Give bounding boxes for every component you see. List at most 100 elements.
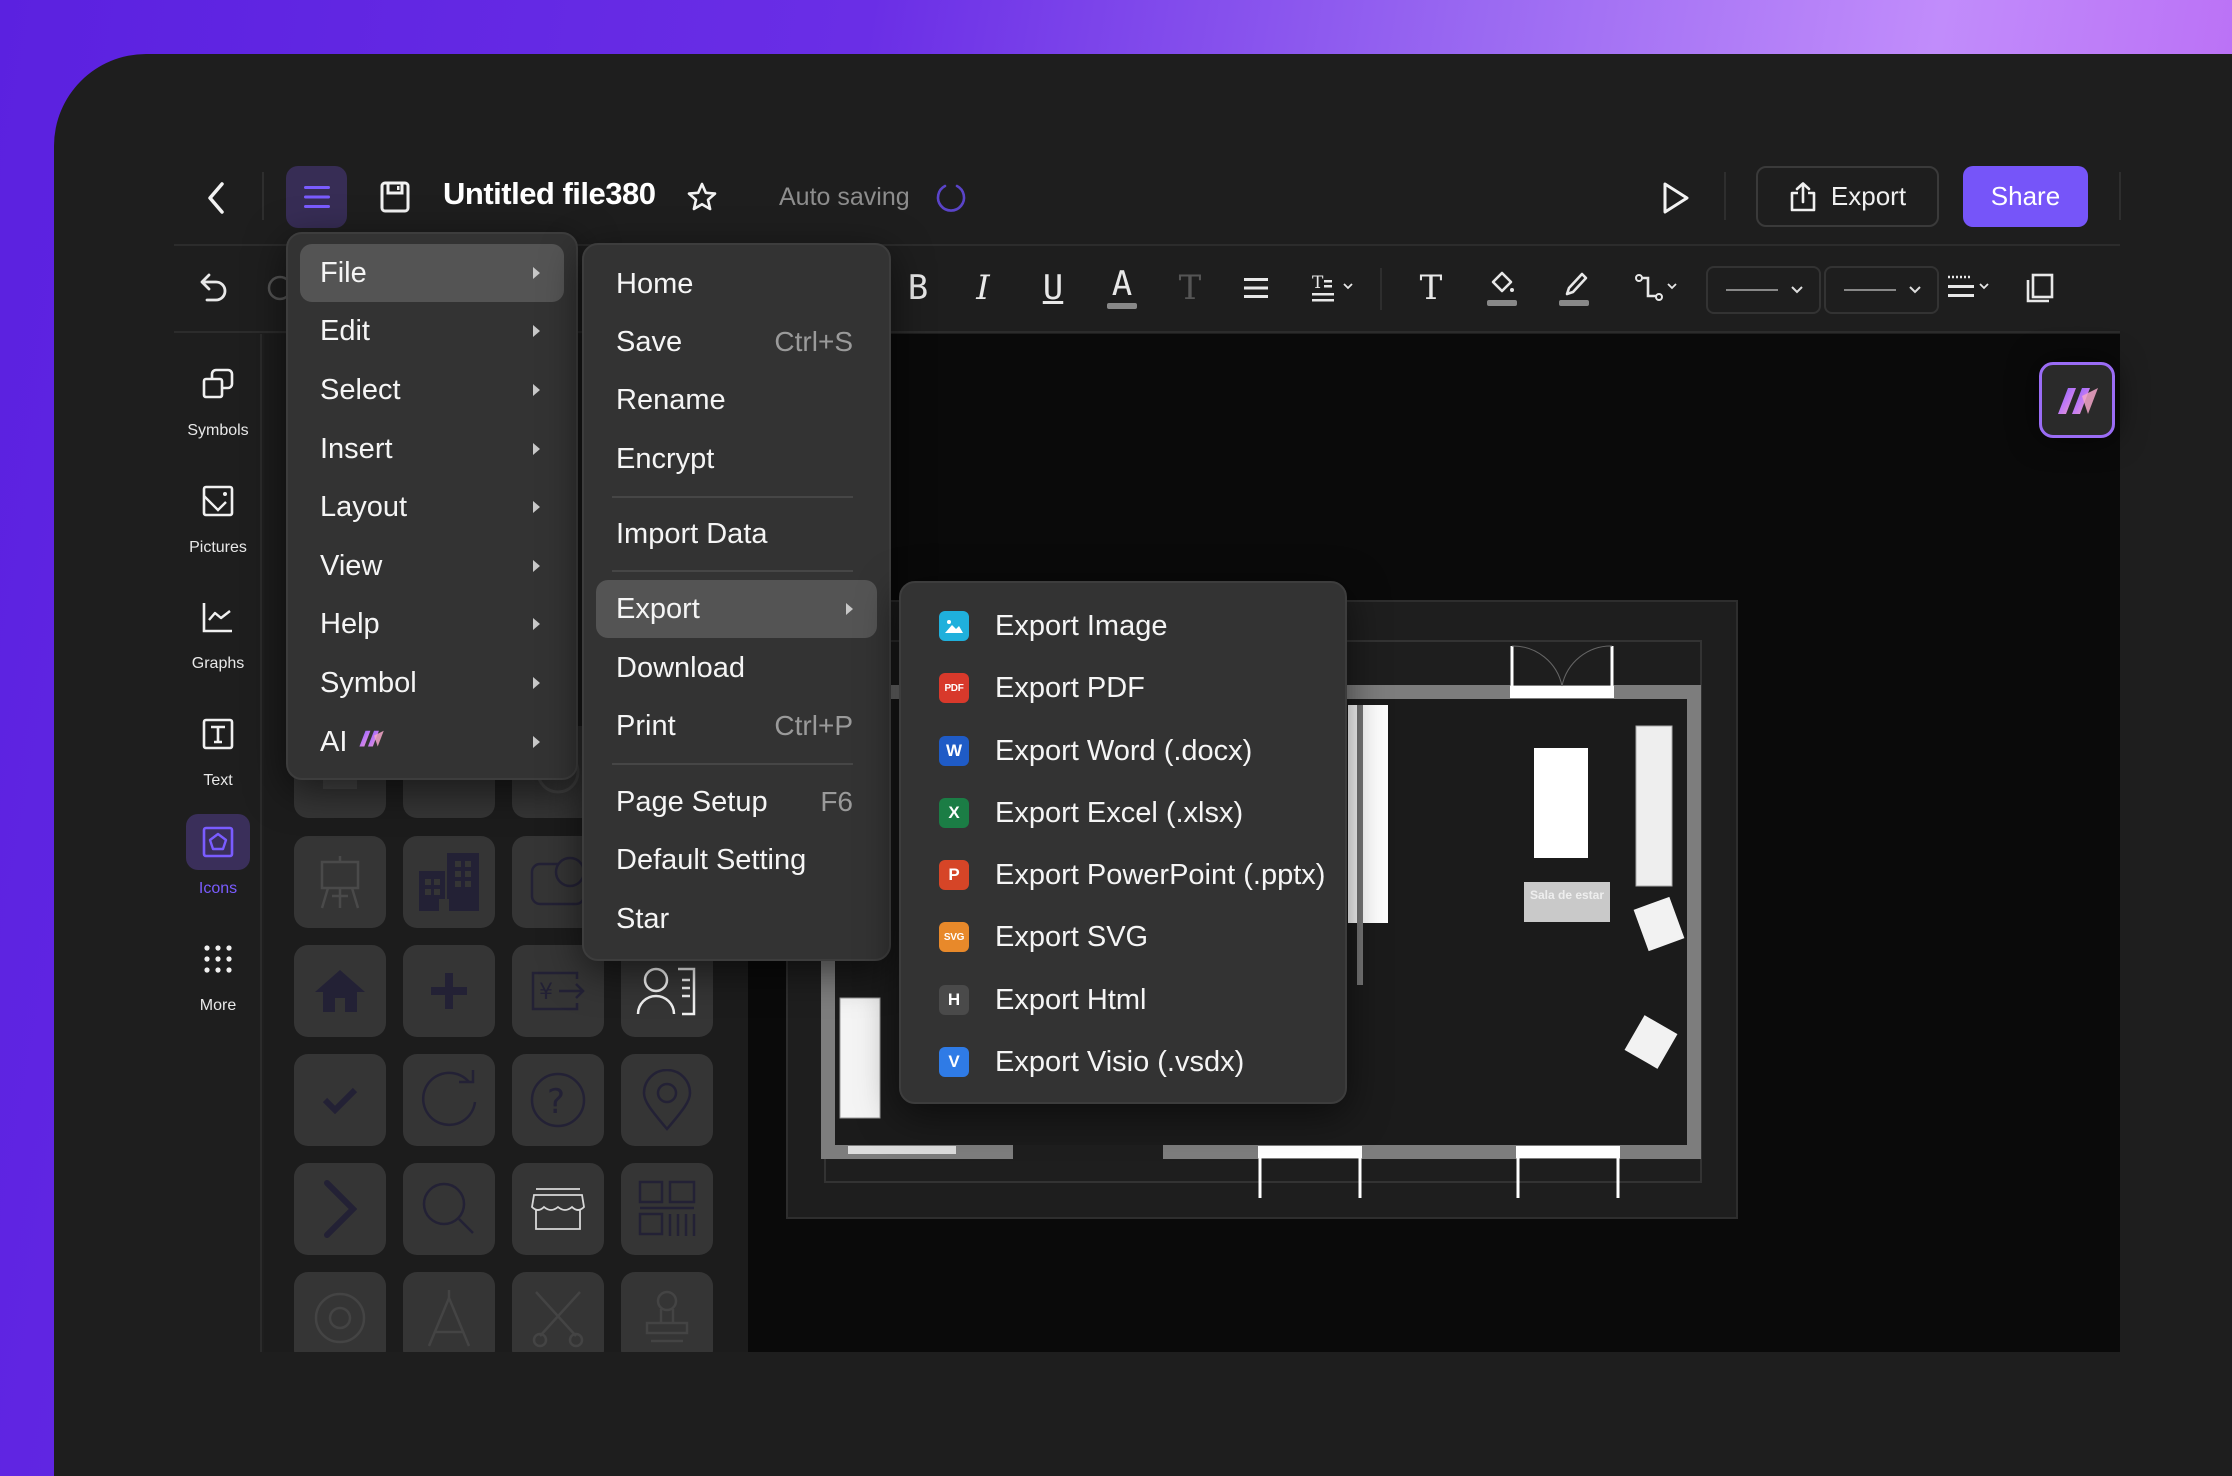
menu-item-rename[interactable]: Rename — [596, 371, 877, 429]
icon-tile-store[interactable] — [512, 1163, 604, 1255]
save-button[interactable] — [378, 178, 412, 216]
icon-tile-target[interactable] — [294, 1272, 386, 1352]
sidebar-item-label: Graphs — [191, 655, 245, 672]
caret-right-icon — [533, 677, 540, 689]
menu-item-home[interactable]: Home — [596, 255, 877, 313]
icon-tile-plus[interactable] — [403, 945, 495, 1037]
play-button[interactable] — [1656, 176, 1696, 220]
sidebar-item-pictures[interactable]: Pictures — [174, 473, 262, 557]
italic-button[interactable]: I — [959, 264, 1007, 312]
export-html-item[interactable]: H Export Html — [913, 969, 1333, 1031]
export-excel-item[interactable]: X Export Excel (.xlsx) — [913, 782, 1333, 844]
icon-tile-scissors[interactable] — [512, 1272, 604, 1352]
menu-item-download[interactable]: Download — [596, 639, 877, 697]
menu-item-layout[interactable]: Layout — [300, 478, 564, 536]
line-weight-select[interactable] — [1824, 266, 1939, 314]
icon-tile-stamp[interactable] — [621, 1272, 713, 1352]
menu-item-encrypt[interactable]: Encrypt — [596, 430, 877, 488]
menu-separator — [612, 763, 853, 765]
icon-tile-compass-drafting[interactable] — [403, 1272, 495, 1352]
menu-item-select[interactable]: Select — [300, 361, 564, 419]
icon-tile-easel[interactable] — [294, 836, 386, 928]
sidebar-item-text[interactable]: Text — [174, 706, 262, 790]
align-button[interactable] — [1232, 264, 1280, 312]
menu-item-default-setting[interactable]: Default Setting — [596, 831, 877, 889]
text-tool-button[interactable]: T — [1407, 264, 1455, 312]
excel-file-icon: X — [939, 798, 969, 828]
menu-item-help[interactable]: Help — [300, 595, 564, 653]
back-button[interactable] — [196, 176, 236, 220]
font-color-button[interactable]: A — [1098, 264, 1146, 312]
store-icon — [531, 1188, 585, 1230]
caret-right-icon — [533, 560, 540, 572]
export-image-item[interactable]: Export Image — [913, 595, 1333, 657]
bold-button[interactable]: B — [894, 264, 942, 312]
chevron-right-icon — [324, 1180, 357, 1238]
caret-right-icon — [533, 267, 540, 279]
icon-tile-refresh[interactable] — [403, 1054, 495, 1146]
export-powerpoint-item[interactable]: P Export PowerPoint (.pptx) — [913, 844, 1333, 906]
grid-dots-icon — [204, 945, 232, 973]
menu-item-view[interactable]: View — [300, 537, 564, 595]
chevron-down-icon — [1909, 286, 1921, 294]
text-spacing-button[interactable]: T — [1304, 264, 1368, 312]
menu-item-file[interactable]: File — [300, 244, 564, 302]
icon-tile-chevron-right[interactable] — [294, 1163, 386, 1255]
sidebar-item-label: Text — [203, 772, 233, 789]
icon-tile-help-circle[interactable]: ? — [512, 1054, 604, 1146]
export-word-item[interactable]: W Export Word (.docx) — [913, 720, 1333, 782]
export-svg-item[interactable]: SVG Export SVG — [913, 906, 1333, 968]
export-button-label: Export — [1830, 181, 1907, 211]
export-pdf-item[interactable]: PDF Export PDF — [913, 657, 1333, 719]
sidebar-item-symbols[interactable]: Symbols — [174, 356, 262, 440]
bold-icon: B — [907, 268, 929, 308]
icon-tile-check[interactable] — [294, 1054, 386, 1146]
undo-button[interactable] — [190, 264, 238, 312]
underline-button[interactable]: U — [1029, 264, 1077, 312]
menu-item-page-setup[interactable]: Page Setup F6 — [596, 773, 877, 831]
main-menu-button[interactable] — [286, 166, 347, 228]
menu-item-star[interactable]: Star — [596, 890, 877, 948]
share-button[interactable]: Share — [1963, 166, 2088, 227]
fill-button[interactable] — [1478, 264, 1526, 312]
menu-item-export[interactable]: Export — [596, 580, 877, 638]
icon-tile-location-pin[interactable] — [621, 1054, 713, 1146]
menu-item-ai[interactable]: AI — [300, 713, 564, 771]
icon-tile-building[interactable] — [403, 836, 495, 928]
menu-item-symbol[interactable]: Symbol — [300, 654, 564, 712]
room-label-living: Sala de estar — [1524, 882, 1610, 922]
shortcut-label: Ctrl+S — [774, 326, 853, 357]
line-color-button[interactable] — [1550, 264, 1598, 312]
caret-right-icon — [533, 443, 540, 455]
arrow-style-button[interactable] — [1942, 264, 2000, 312]
sidebar-item-icons[interactable]: Icons — [174, 814, 262, 898]
arrow-style-icon — [1948, 275, 1989, 297]
home-icon — [315, 970, 365, 1012]
export-visio-item[interactable]: V Export Visio (.vsdx) — [913, 1031, 1333, 1093]
ai-assistant-button[interactable] — [2039, 362, 2115, 438]
star-outline-icon — [687, 182, 717, 211]
export-button[interactable]: Export — [1756, 166, 1939, 227]
sidebar-item-graphs[interactable]: Graphs — [174, 589, 262, 673]
text-style-button[interactable]: T — [1166, 264, 1214, 312]
check-icon — [322, 1087, 358, 1114]
layer-button[interactable] — [2016, 264, 2064, 312]
star-button[interactable] — [684, 179, 720, 215]
visio-file-icon: V — [939, 1047, 969, 1077]
document-title[interactable]: Untitled file380 — [443, 176, 656, 212]
menu-item-insert[interactable]: Insert — [300, 420, 564, 478]
connector-button[interactable] — [1630, 264, 1690, 312]
menu-item-save[interactable]: Save Ctrl+S — [596, 313, 877, 371]
layer-icon — [2026, 273, 2054, 303]
text-spacing-icon: T — [1312, 273, 1353, 302]
icon-tile-qr-code[interactable] — [621, 1163, 713, 1255]
line-style-select[interactable] — [1706, 266, 1821, 314]
menu-separator — [612, 496, 853, 498]
icon-tile-search[interactable] — [403, 1163, 495, 1255]
menu-item-import-data[interactable]: Import Data — [596, 505, 877, 563]
menu-item-print[interactable]: Print Ctrl+P — [596, 697, 877, 755]
icon-tile-home[interactable] — [294, 945, 386, 1037]
fill-color-swatch — [1487, 300, 1517, 306]
sidebar-item-more[interactable]: More — [174, 931, 262, 1015]
menu-item-edit[interactable]: Edit — [300, 302, 564, 360]
